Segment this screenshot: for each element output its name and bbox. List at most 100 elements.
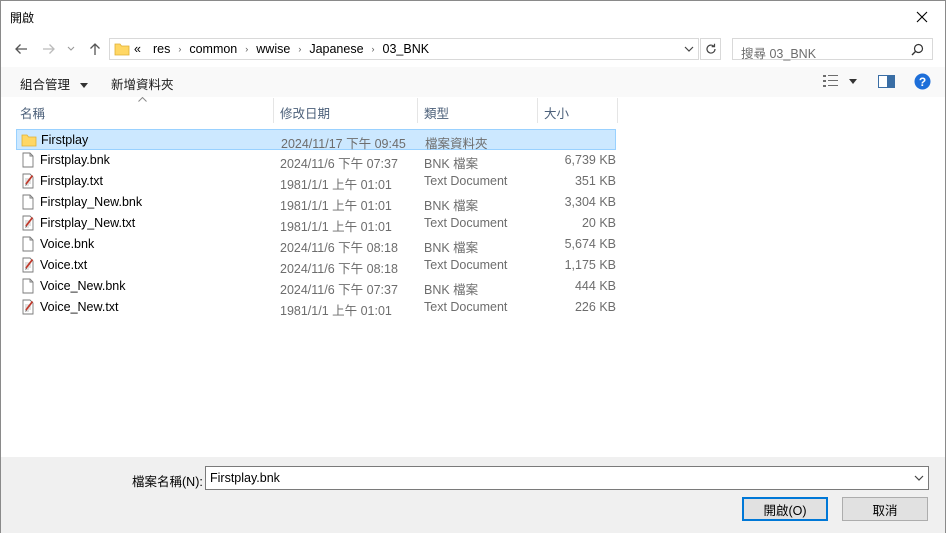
refresh-button[interactable]: [700, 38, 721, 60]
column-date-modified[interactable]: 修改日期: [274, 98, 418, 123]
file-date-modified: 2024/11/6 下午 08:18: [280, 241, 398, 255]
caret-down-icon: [849, 79, 857, 84]
file-icon: [22, 152, 34, 168]
file-date-modified: 1981/1/1 上午 01:01: [280, 220, 392, 234]
file-size: 351 KB: [574, 174, 616, 188]
change-view-button[interactable]: [823, 75, 861, 89]
file-row[interactable]: Voice_New.bnk 2024/11/6 下午 07:37 BNK 檔案 444…: [16, 276, 616, 297]
breadcrumb-separator-icon[interactable]: ›: [245, 44, 248, 54]
sort-ascending-icon: [138, 97, 147, 102]
caret-down-icon: [79, 83, 88, 89]
breadcrumb: « res › common › wwise › Japanese › 03_B…: [134, 39, 429, 59]
text-document-icon: [22, 257, 34, 273]
file-icon: [22, 194, 34, 210]
dialog-footer: 檔案名稱(N): Firstplay.bnk 開啟(O) 取消: [1, 457, 945, 533]
column-type[interactable]: 類型: [418, 98, 538, 123]
column-name[interactable]: 名稱: [14, 97, 274, 123]
file-row[interactable]: Voice.bnk 2024/11/6 下午 08:18 BNK 檔案 5,674 K…: [16, 234, 616, 255]
file-type: Text Document: [424, 258, 508, 272]
file-list[interactable]: Firstplay 2024/11/17 下午 09:45 檔案資料夾 Firstpl…: [16, 129, 616, 318]
file-row[interactable]: Firstplay_New.bnk 1981/1/1 上午 01:01 BNK 檔案…: [16, 192, 616, 213]
title-bar: 開啟: [1, 1, 945, 32]
file-type: BNK 檔案: [424, 241, 479, 255]
chevron-down-icon: [67, 46, 75, 51]
new-folder-button[interactable]: 新增資料夾: [111, 74, 174, 93]
open-button[interactable]: 開啟(O): [742, 497, 828, 521]
file-size: 20 KB: [581, 216, 616, 230]
breadcrumb-japanese[interactable]: Japanese: [309, 42, 363, 56]
file-size: 226 KB: [574, 300, 616, 314]
breadcrumb-03-bnk[interactable]: 03_BNK: [383, 42, 430, 56]
breadcrumb-separator-icon[interactable]: ›: [178, 44, 181, 54]
close-button[interactable]: [899, 1, 945, 32]
file-name: Firstplay.bnk: [40, 153, 110, 167]
file-date-modified: 1981/1/1 上午 01:01: [280, 304, 392, 318]
file-date-modified: 2024/11/6 下午 07:37: [280, 283, 398, 297]
search-icon[interactable]: [911, 43, 924, 56]
breadcrumb-wwise[interactable]: wwise: [256, 42, 290, 56]
file-type: Text Document: [424, 300, 508, 314]
arrow-up-icon: [90, 43, 100, 55]
up-button[interactable]: [85, 39, 105, 59]
file-type: BNK 檔案: [424, 283, 479, 297]
arrow-right-icon: [43, 44, 55, 54]
column-size[interactable]: 大小: [538, 98, 618, 123]
chevron-down-icon[interactable]: [913, 471, 925, 485]
preview-pane-icon: [878, 75, 895, 88]
file-date-modified: 1981/1/1 上午 01:01: [280, 199, 392, 213]
file-size: 5,674 KB: [564, 237, 616, 251]
forward-button[interactable]: [39, 39, 59, 59]
refresh-icon: [705, 43, 716, 54]
folder-icon: [114, 43, 130, 56]
back-button[interactable]: [11, 39, 31, 59]
filename-input[interactable]: Firstplay.bnk: [205, 466, 929, 490]
organize-menu-button[interactable]: 組合管理: [20, 74, 88, 93]
text-document-icon: [22, 173, 34, 189]
svg-text:?: ?: [919, 75, 926, 89]
file-date-modified: 1981/1/1 上午 01:01: [280, 178, 392, 192]
open-file-dialog: 開啟 « res › common › wwise › Japanese › 0…: [0, 0, 946, 533]
preview-pane-button[interactable]: [878, 75, 895, 88]
file-size: 6,739 KB: [564, 153, 616, 167]
arrow-left-icon: [15, 44, 27, 54]
file-name: Firstplay: [41, 133, 89, 147]
recent-locations-button[interactable]: [64, 39, 78, 59]
file-row[interactable]: Firstplay 2024/11/17 下午 09:45 檔案資料夾: [16, 129, 616, 151]
breadcrumb-res[interactable]: res: [153, 42, 170, 56]
file-name: Voice.txt: [40, 258, 88, 272]
close-icon: [916, 11, 928, 22]
file-row[interactable]: Voice_New.txt 1981/1/1 上午 01:01 Text Docum…: [16, 297, 616, 318]
text-document-icon: [22, 299, 34, 315]
breadcrumb-overflow[interactable]: «: [134, 42, 141, 56]
filename-value: Firstplay.bnk: [210, 471, 280, 485]
help-button[interactable]: ?: [914, 73, 931, 90]
file-name: Firstplay_New.bnk: [40, 195, 143, 209]
file-name: Firstplay.txt: [40, 174, 103, 188]
file-date-modified: 2024/11/6 下午 08:18: [280, 262, 398, 276]
column-date-label: 修改日期: [280, 107, 331, 121]
file-row[interactable]: Voice.txt 2024/11/6 下午 08:18 Text Document…: [16, 255, 616, 276]
column-name-label: 名稱: [20, 107, 46, 121]
breadcrumb-separator-icon[interactable]: ›: [298, 44, 301, 54]
breadcrumb-common[interactable]: common: [189, 42, 237, 56]
file-type: Text Document: [424, 216, 508, 230]
search-input[interactable]: 搜尋 03_BNK: [732, 38, 933, 61]
organize-label: 組合管理: [20, 78, 71, 92]
breadcrumb-separator-icon[interactable]: ›: [372, 44, 375, 54]
cancel-button[interactable]: 取消: [842, 497, 928, 521]
file-name: Firstplay_New.txt: [40, 216, 136, 230]
column-header: 名稱 修改日期 類型 大小: [1, 97, 945, 123]
address-bar[interactable]: « res › common › wwise › Japanese › 03_B…: [109, 38, 699, 60]
file-name: Voice.bnk: [40, 237, 95, 251]
file-row[interactable]: Firstplay.bnk 2024/11/6 下午 07:37 BNK 檔案 6,7…: [16, 150, 616, 171]
file-date-modified: 2024/11/6 下午 07:37: [280, 157, 398, 171]
file-row[interactable]: Firstplay_New.txt 1981/1/1 上午 01:01 Text D…: [16, 213, 616, 234]
chevron-down-icon[interactable]: [684, 46, 694, 53]
file-row[interactable]: Firstplay.txt 1981/1/1 上午 01:01 Text Docum…: [16, 171, 616, 192]
folder-icon: [21, 134, 37, 147]
file-icon: [22, 278, 34, 294]
file-size: 444 KB: [574, 279, 616, 293]
window-title: 開啟: [10, 11, 35, 25]
text-document-icon: [22, 215, 34, 231]
file-name: Voice_New.txt: [40, 300, 119, 314]
